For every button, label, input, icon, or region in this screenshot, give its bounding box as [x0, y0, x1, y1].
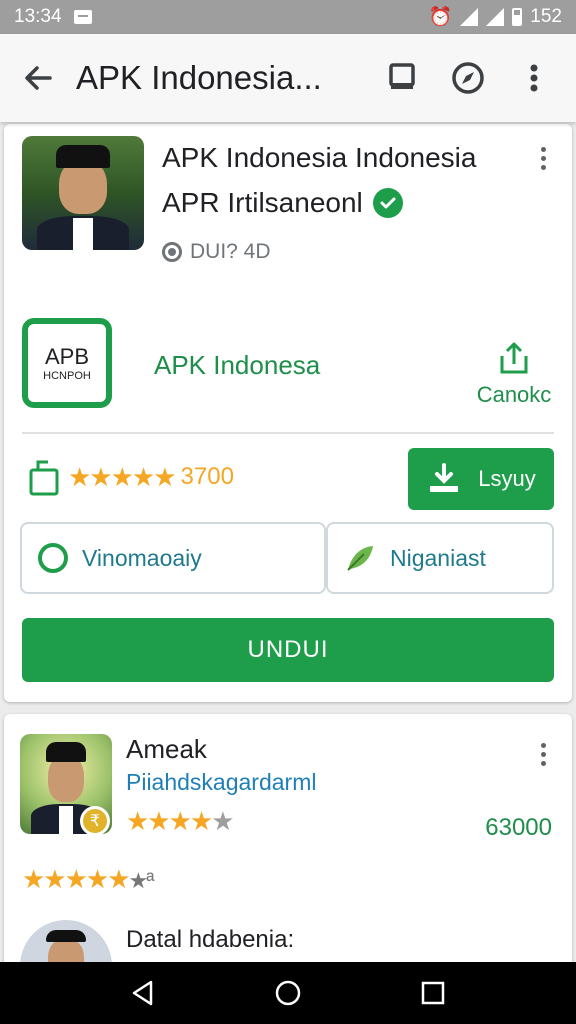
- bookmark-button[interactable]: [376, 52, 428, 104]
- section-heading: Datal hdabenia:: [126, 926, 295, 953]
- coin-badge-icon: ₹: [80, 806, 110, 836]
- nav-recents-button[interactable]: [403, 968, 463, 1018]
- app-logo: APB HCNPOH: [22, 318, 112, 408]
- app-detail-card: APK Indonesia Indonesia APR Irtilsaneonl…: [4, 124, 572, 702]
- option-left-label: Vinomaoaiy: [82, 544, 202, 571]
- alarm-icon: ⏰: [428, 7, 453, 28]
- app-title: APK Indonesia Indonesia: [162, 142, 477, 173]
- download-button[interactable]: UNDUI: [22, 618, 554, 682]
- download-tray-icon: [430, 463, 459, 492]
- signal-icon: [486, 8, 505, 26]
- back-button[interactable]: [0, 34, 76, 122]
- rating-count: 3700: [180, 463, 234, 490]
- stars2-filled: ★★★★★: [22, 864, 131, 894]
- app-bar: APK Indonesia...: [0, 34, 576, 122]
- rating-stars: ★★★★★: [68, 461, 177, 492]
- related-rating-stars: ★★★★★★ª: [22, 864, 155, 895]
- option-right-label: Niganiast: [390, 544, 486, 571]
- app-logo-line1: APB: [44, 344, 90, 369]
- share-small-icon: [29, 460, 59, 496]
- nav-recents-icon: [422, 981, 445, 1005]
- developer-avatar: [22, 136, 144, 250]
- meta-dot-icon: [162, 242, 182, 262]
- brand-name: APK Indonesa: [154, 350, 321, 380]
- nav-home-icon: [275, 980, 301, 1006]
- app-meta-row: DUI? 4D: [162, 240, 271, 264]
- share-icon: [500, 342, 528, 374]
- battery-level: 152: [530, 6, 562, 27]
- status-bar: 13:34 ⏰ 152: [0, 0, 576, 34]
- related-app-count: 63000: [485, 814, 552, 841]
- more-vert-icon: [530, 64, 538, 92]
- rating-row: ★★★★★ 3700: [28, 458, 234, 496]
- stars2-tail: ★ª: [128, 868, 155, 893]
- card-more-button[interactable]: [528, 138, 558, 178]
- share-label: Canokc: [476, 382, 552, 407]
- install-button[interactable]: Lsyuy: [408, 448, 554, 510]
- page-title: APK Indonesia...: [76, 59, 322, 96]
- nav-home-button[interactable]: [258, 968, 318, 1018]
- divider: [22, 432, 554, 434]
- app-subtitle: APR Irtilsaneonl: [162, 187, 363, 218]
- back-arrow-icon: [25, 66, 52, 90]
- bookmark-icon: [389, 63, 415, 89]
- option-left-button[interactable]: Vinomaoaiy: [20, 522, 326, 594]
- related-more-button[interactable]: [528, 734, 558, 774]
- related-app-stars: ★★★★★: [126, 806, 235, 837]
- app-meta: DUI? 4D: [190, 240, 271, 263]
- related-app-card[interactable]: ₹ Ameak Piiahdskagardarml ★★★★★ 63000 ★★…: [4, 714, 572, 980]
- stars-filled: ★★★★: [126, 806, 213, 836]
- system-nav-bar: [0, 962, 576, 1024]
- compass-button[interactable]: [442, 52, 494, 104]
- related-app-developer[interactable]: Piiahdskagardarml: [126, 769, 316, 796]
- stars-empty: ★: [211, 806, 234, 836]
- leaf-icon: [347, 546, 373, 571]
- option-right-button[interactable]: Niganiast: [326, 522, 554, 594]
- app-subtitle-row: APR Irtilsaneonl: [162, 187, 403, 219]
- nav-back-button[interactable]: [113, 968, 173, 1018]
- overflow-menu-button[interactable]: [508, 52, 560, 104]
- compass-icon: [452, 62, 484, 94]
- install-label: Lsyuy: [478, 466, 536, 491]
- status-time: 13:34: [14, 6, 62, 27]
- wifi-icon: [460, 8, 479, 26]
- related-app-name: Ameak: [126, 734, 207, 764]
- share-button[interactable]: Canokc: [474, 340, 554, 408]
- circle-icon: [38, 543, 68, 573]
- app-logo-line2: HCNPOH: [43, 370, 91, 382]
- battery-icon: [512, 8, 523, 26]
- nav-back-icon: [132, 980, 152, 1006]
- verified-check-icon: [372, 188, 403, 218]
- message-icon: [73, 10, 92, 24]
